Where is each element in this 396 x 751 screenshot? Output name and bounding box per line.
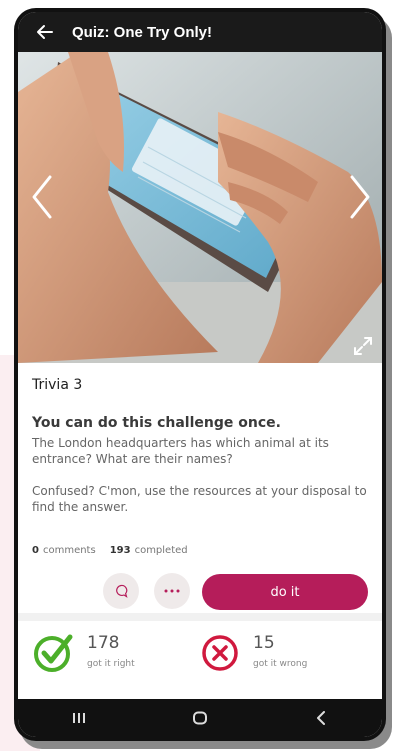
app-screen: Quiz: One Try Only! Trivia 3 You can do …	[18, 12, 382, 737]
chevron-right-icon	[350, 175, 370, 219]
result-right: 178 got it right	[32, 631, 135, 679]
challenge-question: The London headquarters has which animal…	[32, 436, 329, 466]
do-it-button[interactable]: do it	[202, 574, 368, 610]
phone-frame: Quiz: One Try Only! Trivia 3 You can do …	[14, 8, 386, 741]
comment-button[interactable]	[103, 573, 139, 609]
right-label: got it right	[87, 659, 135, 669]
comment-bubble-icon	[116, 584, 128, 598]
system-back-button[interactable]	[301, 703, 341, 733]
chevron-left-icon	[32, 175, 52, 219]
more-options-button[interactable]	[154, 573, 190, 609]
completed-count: 193	[109, 545, 131, 556]
expand-icon	[354, 337, 372, 355]
completed-label: completed	[134, 545, 188, 556]
result-wrong: 15 got it wrong	[198, 631, 307, 679]
hero-image	[18, 52, 382, 363]
section-divider	[18, 613, 382, 621]
results-panel: 178 got it right 15 got it wrong	[18, 621, 382, 699]
hands-phone-photo	[18, 52, 382, 363]
challenge-headline: You can do this challenge once.	[32, 415, 281, 431]
expand-button[interactable]	[352, 335, 374, 357]
challenge-category: Trivia 3	[32, 377, 83, 393]
next-image-button[interactable]	[340, 162, 380, 232]
previous-image-button[interactable]	[22, 162, 62, 232]
checkmark-circle-icon	[34, 634, 73, 672]
challenge-stats: 0 comments 193 completed	[32, 545, 188, 556]
recent-apps-button[interactable]	[59, 703, 99, 733]
back-button[interactable]	[30, 17, 60, 47]
right-count: 178	[87, 633, 120, 653]
wrong-label: got it wrong	[253, 659, 308, 669]
comments-count: 0	[32, 545, 39, 556]
more-dots-icon	[164, 589, 180, 593]
x-circle-icon	[202, 635, 238, 671]
wrong-count: 15	[253, 633, 275, 653]
recent-apps-icon	[72, 713, 85, 723]
home-button[interactable]	[180, 703, 220, 733]
page-title: Quiz: One Try Only!	[72, 23, 213, 41]
system-nav-bar	[18, 699, 382, 737]
app-header: Quiz: One Try Only!	[18, 12, 382, 52]
arrow-left-icon	[37, 25, 53, 39]
home-icon	[192, 711, 207, 725]
challenge-card: Trivia 3 You can do this challenge once.…	[18, 363, 382, 613]
comments-link[interactable]: comments	[43, 545, 96, 556]
back-chevron-icon	[317, 711, 326, 725]
challenge-hint: Confused? C'mon, use the resources at yo…	[32, 484, 367, 514]
